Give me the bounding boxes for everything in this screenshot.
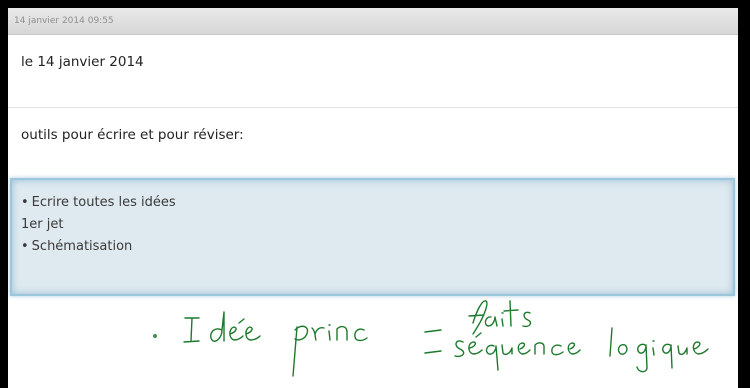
list-item: • Schématisation (21, 239, 133, 254)
bullet-icon: • (21, 239, 29, 254)
ink-dash (424, 329, 442, 333)
ink-word-princ (292, 324, 368, 377)
ink-word-idee (183, 311, 261, 343)
tools-line: outils pour écrire et pour réviser: (21, 127, 244, 143)
note-text-block-date[interactable]: le 14 janvier 2014 (8, 35, 738, 108)
ink-word-faits (468, 300, 532, 335)
handwriting-annotation[interactable] (8, 296, 738, 388)
ink-word-logique (609, 327, 709, 373)
selected-text-block[interactable]: • Ecrire toutes les idées 1er jet • Schéma… (10, 178, 735, 296)
ink-dash (424, 350, 442, 354)
ink-word-sequence (454, 332, 581, 371)
bullet-icon: • (21, 195, 29, 210)
note-text-block-tools[interactable]: outils pour écrire et pour réviser: (8, 108, 738, 180)
ink-dot (153, 334, 157, 338)
date-line: le 14 janvier 2014 (21, 54, 144, 70)
list-item: 1er jet (21, 217, 64, 232)
list-item: • Ecrire toutes les idées (21, 195, 176, 210)
note-timestamp: 14 janvier 2014 09:55 (8, 8, 738, 35)
note-page: 14 janvier 2014 09:55 le 14 janvier 2014… (8, 8, 738, 388)
